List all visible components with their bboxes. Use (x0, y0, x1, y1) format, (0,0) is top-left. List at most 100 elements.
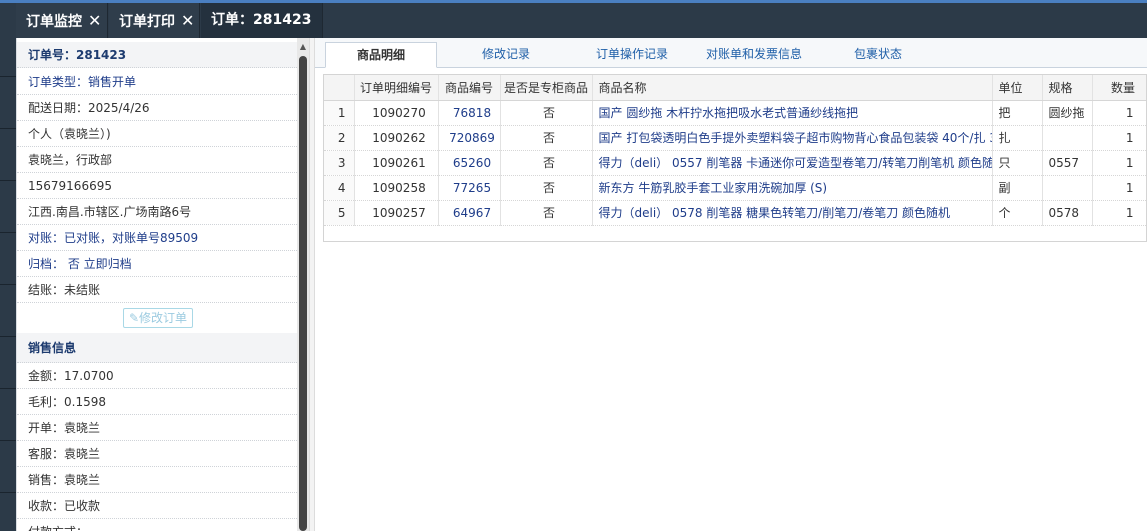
tab-label: 订单：281423 (211, 12, 312, 28)
settle-status: 结账：未结账 (17, 277, 298, 303)
detail-id: 1090270 (354, 100, 439, 126)
counter-flag: 否 (500, 125, 593, 151)
row-index: 2 (324, 125, 355, 151)
delivery-date: 配送日期：2025/4/26 (17, 95, 298, 121)
payment-status: 收款：已收款 (17, 493, 298, 519)
sku-link[interactable]: 76818 (438, 100, 501, 126)
spec (1042, 175, 1093, 201)
order-creator: 开单：袁晓兰 (17, 415, 298, 441)
row-index: 4 (324, 175, 355, 201)
quantity: 1 (1092, 150, 1146, 176)
close-icon[interactable]: ✕ (181, 3, 194, 38)
column-header (324, 75, 355, 101)
nav-divider (0, 492, 16, 493)
counter-flag: 否 (500, 150, 593, 176)
tab-statement-invoice[interactable]: 对账单和发票信息 (695, 42, 813, 68)
unit: 把 (992, 100, 1043, 126)
sku-link[interactable]: 65260 (438, 150, 501, 176)
edit-order-button[interactable]: ✎修改订单 (123, 308, 193, 328)
edit-order-label: 修改订单 (139, 311, 188, 325)
counter-flag: 否 (500, 175, 593, 201)
product-name-link[interactable]: 国产 打包袋透明白色手提外卖塑料袋子超市购物背心食品包装袋 40个/扎 36 (592, 125, 993, 151)
nav-divider (0, 388, 16, 389)
row-index: 1 (324, 100, 355, 126)
nav-divider (0, 76, 16, 77)
detail-id: 1090258 (354, 175, 439, 201)
product-name-link[interactable]: 国产 圆纱拖 木杆拧水拖把吸水老式普通纱线拖把 (592, 100, 993, 126)
unit: 扎 (992, 125, 1043, 151)
table-row[interactable]: 1 1090270 76818 否 国产 圆纱拖 木杆拧水拖把吸水老式普通纱线拖… (324, 100, 1146, 126)
archive-status[interactable]: 归档： 否 立即归档 (17, 251, 298, 277)
quantity: 1 (1092, 125, 1146, 151)
spec: 圆纱拖 (1042, 100, 1093, 126)
detail-id: 1090262 (354, 125, 439, 151)
nav-divider (0, 128, 16, 129)
unit: 副 (992, 175, 1043, 201)
left-nav-strip (0, 38, 16, 531)
counter-flag: 否 (500, 200, 593, 226)
spec: 0557 (1042, 150, 1093, 176)
sales-info-title: 销售信息 (17, 333, 298, 363)
spec: 0578 (1042, 200, 1093, 226)
table-row[interactable]: 4 1090258 77265 否 新东方 牛筋乳胶手套工业家用洗碗加厚 (S)… (324, 175, 1146, 201)
nav-divider (0, 232, 16, 233)
main-content: 商品明细 修改记录 订单操作记录 对账单和发票信息 包裹状态 订单明细编号 商品… (315, 38, 1147, 531)
tab-order-detail[interactable]: 订单：281423✕ (201, 3, 323, 65)
tab-package-status[interactable]: 包裹状态 (825, 42, 931, 68)
customer-name: 个人（袁晓兰）) (17, 121, 298, 147)
column-header[interactable]: 数量 (1092, 75, 1146, 101)
customer-service: 客服：袁晓兰 (17, 441, 298, 467)
column-header[interactable]: 商品编号 (438, 75, 501, 101)
tab-order-print[interactable]: 订单打印 ✕ (109, 3, 200, 38)
scroll-up-icon[interactable]: ▲ (297, 42, 309, 52)
column-header[interactable]: 规格 (1042, 75, 1093, 101)
sku-link[interactable]: 720869 (438, 125, 501, 151)
row-index: 5 (324, 200, 355, 226)
reconcile-status: 对账：已对账，对账单号89509 (17, 225, 298, 251)
table-row[interactable]: 5 1090257 64967 否 得力（deli） 0578 削笔器 糖果色转… (324, 200, 1146, 226)
sales-amount: 金额：17.0700 (17, 363, 298, 389)
sku-link[interactable]: 64967 (438, 200, 501, 226)
tab-bar: 订单监控 ✕ 订单打印 ✕ 订单：281423✕ (0, 3, 1147, 65)
tab-change-log[interactable]: 修改记录 (447, 42, 565, 68)
tab-item-details[interactable]: 商品明细 (325, 42, 437, 68)
delivery-address: 江西.南昌.市辖区.广场南路6号 (17, 199, 298, 225)
detail-id: 1090257 (354, 200, 439, 226)
unit: 只 (992, 150, 1043, 176)
close-icon[interactable]: ✕ (88, 3, 101, 38)
product-name-link[interactable]: 得力（deli） 0578 削笔器 糖果色转笔刀/削笔刀/卷笔刀 颜色随机 (592, 200, 993, 226)
column-header[interactable]: 订单明细编号 (354, 75, 439, 101)
table-row[interactable]: 2 1090262 720869 否 国产 打包袋透明白色手提外卖塑料袋子超市购… (324, 125, 1146, 151)
order-number: 订单号：281423 (17, 42, 298, 68)
product-name-link[interactable]: 得力（deli） 0557 削笔器 卡通迷你可爱造型卷笔刀/转笔刀削笔机 颜色随… (592, 150, 993, 176)
nav-divider (0, 440, 16, 441)
column-header[interactable]: 商品名称 (592, 75, 993, 101)
gross-profit: 毛利：0.1598 (17, 389, 298, 415)
tab-order-monitor[interactable]: 订单监控 ✕ (16, 3, 108, 38)
table-row[interactable]: 3 1090261 65260 否 得力（deli） 0557 削笔器 卡通迷你… (324, 150, 1146, 176)
scrollbar-thumb[interactable] (299, 56, 307, 531)
nav-divider (0, 284, 16, 285)
detail-tabs: 商品明细 修改记录 订单操作记录 对账单和发票信息 包裹状态 (315, 38, 1147, 68)
tab-operation-log[interactable]: 订单操作记录 (577, 42, 687, 68)
left-panel-scrollbar[interactable]: ▲ (297, 38, 309, 531)
item-detail-grid: 订单明细编号 商品编号 是否是专柜商品 商品名称 单位 规格 数量 1 1090… (323, 74, 1147, 242)
spec (1042, 125, 1093, 151)
detail-id: 1090261 (354, 150, 439, 176)
edit-icon: ✎ (128, 311, 140, 325)
quantity: 1 (1092, 100, 1146, 126)
nav-divider (0, 336, 16, 337)
tab-label: 订单监控 (26, 14, 82, 30)
column-header[interactable]: 是否是专柜商品 (500, 75, 593, 101)
salesperson: 销售：袁晓兰 (17, 467, 298, 493)
order-type: 订单类型：销售开单 (17, 69, 298, 95)
row-index: 3 (324, 150, 355, 176)
sku-link[interactable]: 77265 (438, 175, 501, 201)
counter-flag: 否 (500, 100, 593, 126)
quantity: 1 (1092, 175, 1146, 201)
tab-label: 订单打印 (119, 14, 175, 30)
nav-divider (0, 180, 16, 181)
product-name-link[interactable]: 新东方 牛筋乳胶手套工业家用洗碗加厚 (S) (592, 175, 993, 201)
column-header[interactable]: 单位 (992, 75, 1043, 101)
order-info-panel: 订单号：281423 订单类型：销售开单 配送日期：2025/4/26 个人（袁… (16, 38, 298, 531)
